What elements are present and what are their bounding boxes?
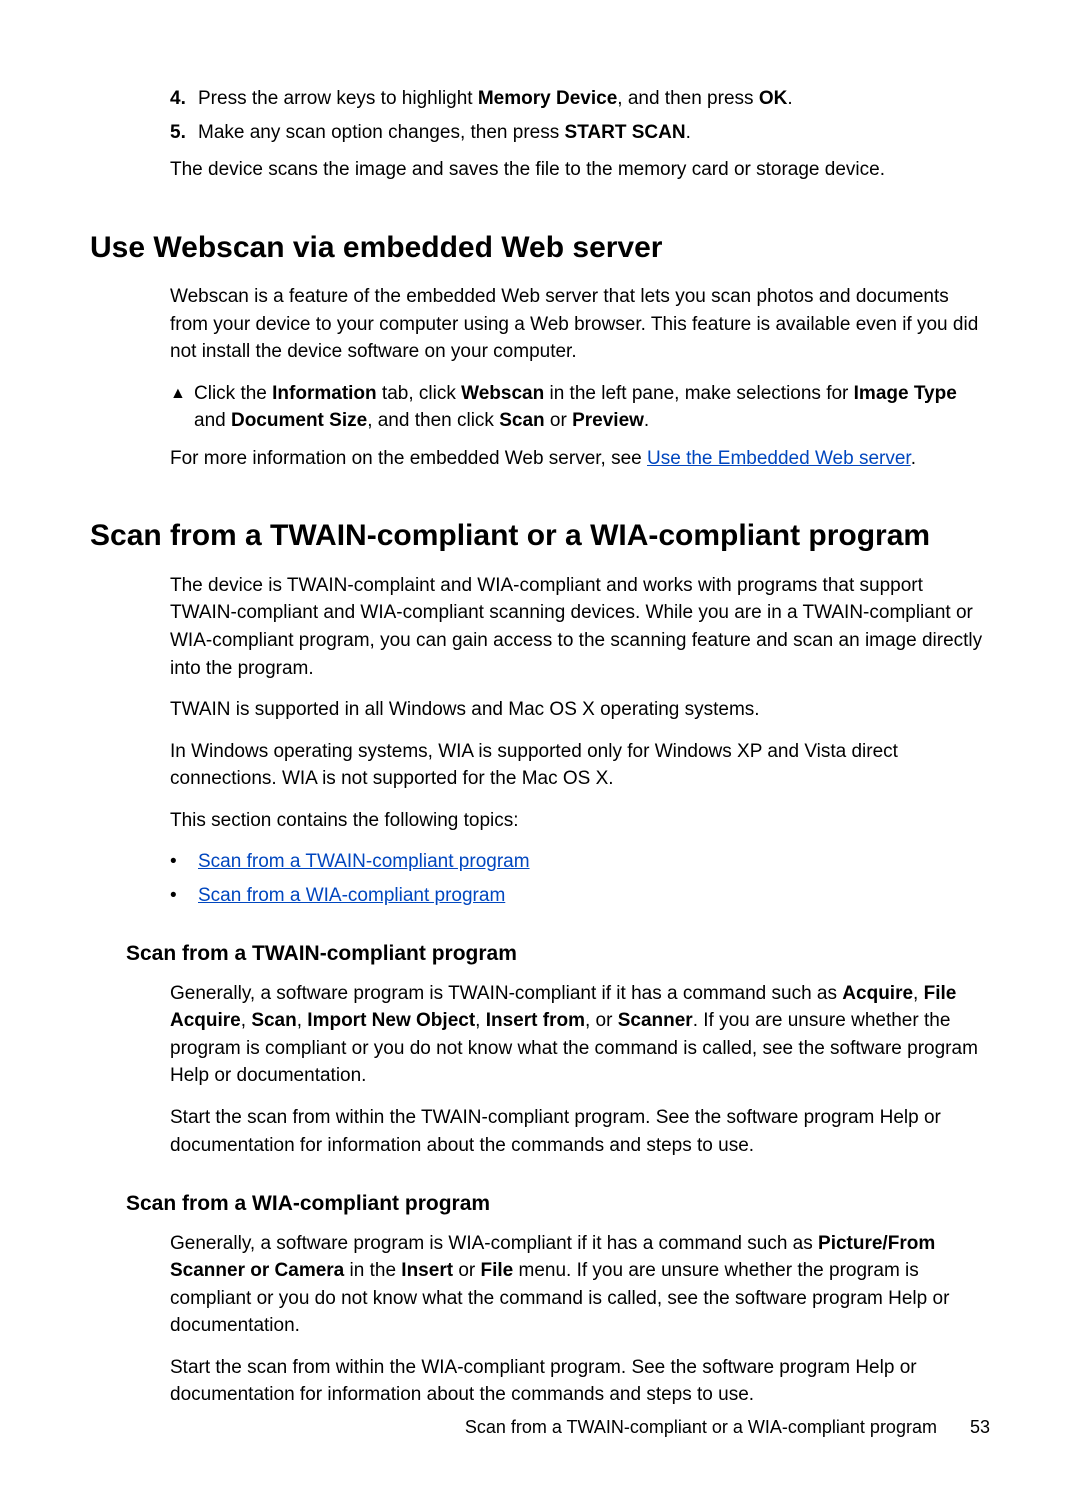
page-footer: Scan from a TWAIN-compliant or a WIA-com… (465, 1414, 990, 1440)
wia-p2: Start the scan from within the WIA-compl… (170, 1354, 990, 1409)
heading-wia: Scan from a WIA-compliant program (126, 1189, 990, 1219)
step-number: 4. (170, 85, 198, 113)
step-number: 5. (170, 119, 198, 147)
heading-twain: Scan from a TWAIN-compliant program (126, 939, 990, 969)
link-twain-program[interactable]: Scan from a TWAIN-compliant program (198, 848, 530, 876)
heading-twain-wia: Scan from a TWAIN-compliant or a WIA-com… (90, 514, 990, 558)
triangle-icon: ▲ (170, 380, 194, 435)
link-wia-program[interactable]: Scan from a WIA-compliant program (198, 882, 505, 910)
page-number: 53 (970, 1417, 990, 1437)
heading-webscan: Use Webscan via embedded Web server (90, 226, 990, 270)
twain-wia-p2: TWAIN is supported in all Windows and Ma… (170, 696, 990, 724)
webscan-intro: Webscan is a feature of the embedded Web… (170, 283, 990, 366)
page-content: 4. Press the arrow keys to highlight Mem… (90, 85, 990, 1409)
bullet-icon: • (170, 848, 198, 876)
result-text: The device scans the image and saves the… (170, 156, 990, 184)
footer-text: Scan from a TWAIN-compliant or a WIA-com… (465, 1417, 937, 1437)
twain-p1: Generally, a software program is TWAIN-c… (170, 980, 990, 1090)
list-item: • Scan from a TWAIN-compliant program (170, 848, 990, 876)
step-4: 4. Press the arrow keys to highlight Mem… (170, 85, 990, 113)
step-text: Press the arrow keys to highlight Memory… (198, 85, 793, 113)
link-embedded-web-server[interactable]: Use the Embedded Web server (647, 448, 911, 469)
twain-wia-p1: The device is TWAIN-complaint and WIA-co… (170, 572, 990, 682)
twain-p2: Start the scan from within the TWAIN-com… (170, 1104, 990, 1159)
bullet-icon: • (170, 882, 198, 910)
step-text: Make any scan option changes, then press… (198, 119, 691, 147)
webscan-step-text: Click the Information tab, click Webscan… (194, 380, 990, 435)
topic-links: • Scan from a TWAIN-compliant program • … (170, 848, 990, 909)
step-5: 5. Make any scan option changes, then pr… (170, 119, 990, 147)
list-item: • Scan from a WIA-compliant program (170, 882, 990, 910)
webscan-more: For more information on the embedded Web… (170, 445, 990, 473)
twain-wia-p3: In Windows operating systems, WIA is sup… (170, 738, 990, 793)
webscan-step: ▲ Click the Information tab, click Websc… (170, 380, 990, 435)
wia-p1: Generally, a software program is WIA-com… (170, 1230, 990, 1340)
twain-wia-p4: This section contains the following topi… (170, 807, 990, 835)
numbered-steps: 4. Press the arrow keys to highlight Mem… (170, 85, 990, 146)
